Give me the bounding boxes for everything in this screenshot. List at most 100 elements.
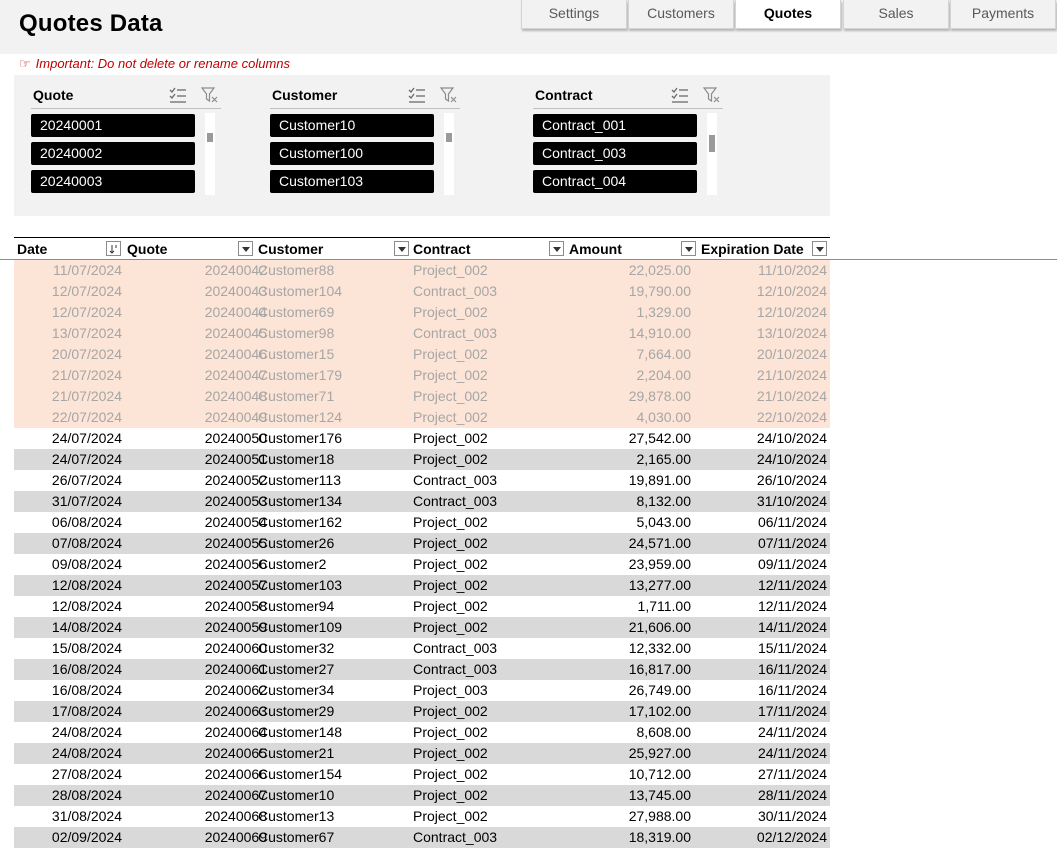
slicer-scrollbar[interactable] bbox=[444, 113, 454, 195]
table-row[interactable]: 31/08/2024 20240068 Customer13 Project_002 2… bbox=[14, 806, 830, 827]
cell-date: 15/08/2024 bbox=[51, 640, 122, 656]
cell-date: 12/07/2024 bbox=[51, 283, 122, 299]
cell-expiration-date: 27/11/2024 bbox=[757, 766, 827, 782]
cell-date: 27/08/2024 bbox=[51, 766, 122, 782]
table-row[interactable]: 24/08/2024 20240065 Customer21 Project_002 2… bbox=[14, 743, 830, 764]
table-row[interactable]: 11/07/2024 20240042 Customer88 Project_002 2… bbox=[14, 260, 830, 281]
table-row[interactable]: 12/08/2024 20240058 Customer94 Project_002 1… bbox=[14, 596, 830, 617]
cell-customer: Customer2 bbox=[258, 556, 327, 572]
cell-amount: 22,025.00 bbox=[628, 262, 691, 278]
tab-customers[interactable]: Customers bbox=[628, 0, 734, 29]
table-row[interactable]: 16/08/2024 20240061 Customer27 Contract_003… bbox=[14, 659, 830, 680]
slicer-item[interactable]: Contract_004 bbox=[533, 170, 697, 193]
tab-quotes[interactable]: Quotes bbox=[735, 0, 841, 29]
table-row[interactable]: 24/07/2024 20240051 Customer18 Project_002 2… bbox=[14, 449, 830, 470]
table-row[interactable]: 07/08/2024 20240055 Customer26 Project_002 2… bbox=[14, 533, 830, 554]
table-header: Date Quote Customer Contract Amount Expi… bbox=[14, 237, 830, 259]
clear-filter-icon[interactable] bbox=[201, 86, 219, 104]
cell-amount: 18,319.00 bbox=[628, 829, 691, 845]
slicer-item[interactable]: Customer103 bbox=[270, 170, 434, 193]
table-body: 11/07/2024 20240042 Customer88 Project_002 2… bbox=[14, 260, 830, 848]
cell-customer: Customer124 bbox=[258, 409, 343, 425]
cell-customer: Customer103 bbox=[258, 577, 343, 593]
table-row[interactable]: 21/07/2024 20240047 Customer179 Project_002… bbox=[14, 365, 830, 386]
table-row[interactable]: 16/08/2024 20240062 Customer34 Project_003 2… bbox=[14, 680, 830, 701]
tab-payments[interactable]: Payments bbox=[950, 0, 1056, 29]
slicer-item[interactable]: Customer100 bbox=[270, 142, 434, 165]
cell-contract: Contract_003 bbox=[413, 661, 498, 677]
table-row[interactable]: 22/07/2024 20240049 Customer124 Project_002… bbox=[14, 407, 830, 428]
cell-customer: Customer94 bbox=[258, 598, 335, 614]
cell-date: 13/07/2024 bbox=[51, 325, 122, 341]
scrollbar-thumb[interactable] bbox=[709, 135, 715, 152]
dropdown-arrow-icon[interactable] bbox=[812, 241, 827, 256]
table-row[interactable]: 17/08/2024 20240063 Customer29 Project_002 1… bbox=[14, 701, 830, 722]
cell-amount: 2,165.00 bbox=[636, 451, 692, 467]
cell-customer: Customer113 bbox=[258, 472, 342, 488]
slicer-item[interactable]: Customer10 bbox=[270, 114, 434, 137]
column-header-contract: Contract bbox=[413, 241, 471, 257]
slicer-item[interactable]: Contract_001 bbox=[533, 114, 697, 137]
cell-amount: 21,606.00 bbox=[628, 619, 691, 635]
scrollbar-thumb[interactable] bbox=[446, 133, 452, 142]
table-row[interactable]: 12/07/2024 20240043 Customer104 Contract_00… bbox=[14, 281, 830, 302]
sort-ascending-icon[interactable] bbox=[106, 241, 121, 256]
tab-settings[interactable]: Settings bbox=[521, 0, 627, 29]
multi-select-icon[interactable] bbox=[408, 86, 426, 104]
cell-amount: 8,132.00 bbox=[636, 493, 692, 509]
clear-filter-icon[interactable] bbox=[703, 86, 721, 104]
tab-sales[interactable]: Sales bbox=[843, 0, 949, 29]
table-row[interactable]: 09/08/2024 20240056 Customer2 Project_002 23… bbox=[14, 554, 830, 575]
cell-amount: 1,329.00 bbox=[636, 304, 692, 320]
slicer-item[interactable]: 20240002 bbox=[31, 142, 195, 165]
table-row[interactable]: 24/08/2024 20240064 Customer148 Project_002… bbox=[14, 722, 830, 743]
table-row[interactable]: 26/07/2024 20240052 Customer113 Contract_00… bbox=[14, 470, 830, 491]
cell-customer: Customer71 bbox=[258, 388, 335, 404]
table-row[interactable]: 13/07/2024 20240045 Customer98 Contract_003… bbox=[14, 323, 830, 344]
slicer-item[interactable]: 20240001 bbox=[31, 114, 195, 137]
slicer-scrollbar[interactable] bbox=[205, 113, 215, 195]
cell-customer: Customer179 bbox=[258, 367, 343, 383]
table-row[interactable]: 12/08/2024 20240057 Customer103 Project_002… bbox=[14, 575, 830, 596]
pointing-hand-icon: ☞ bbox=[19, 56, 31, 71]
table-row[interactable]: 24/07/2024 20240050 Customer176 Project_002… bbox=[14, 428, 830, 449]
slicer-item[interactable]: 20240003 bbox=[31, 170, 195, 193]
cell-expiration-date: 24/11/2024 bbox=[757, 724, 827, 740]
table-row[interactable]: 15/08/2024 20240060 Customer32 Contract_003… bbox=[14, 638, 830, 659]
table-row[interactable]: 14/08/2024 20240059 Customer109 Project_002… bbox=[14, 617, 830, 638]
table-row[interactable]: 27/08/2024 20240066 Customer154 Project_002… bbox=[14, 764, 830, 785]
table-row[interactable]: 06/08/2024 20240054 Customer162 Project_002… bbox=[14, 512, 830, 533]
dropdown-arrow-icon[interactable] bbox=[549, 241, 564, 256]
cell-date: 14/08/2024 bbox=[51, 619, 122, 635]
scrollbar-thumb[interactable] bbox=[207, 133, 213, 142]
cell-amount: 4,030.00 bbox=[636, 409, 692, 425]
table-row[interactable]: 28/08/2024 20240067 Customer10 Project_002 1… bbox=[14, 785, 830, 806]
cell-contract: Contract_003 bbox=[413, 829, 498, 845]
clear-filter-icon[interactable] bbox=[440, 86, 458, 104]
table-row[interactable]: 21/07/2024 20240048 Customer71 Project_002 2… bbox=[14, 386, 830, 407]
column-header-amount: Amount bbox=[569, 241, 622, 257]
cell-customer: Customer109 bbox=[258, 619, 343, 635]
table-row[interactable]: 20/07/2024 20240046 Customer15 Project_002 7… bbox=[14, 344, 830, 365]
dropdown-arrow-icon[interactable] bbox=[238, 241, 253, 256]
cell-expiration-date: 12/10/2024 bbox=[756, 283, 827, 299]
cell-amount: 25,927.00 bbox=[628, 745, 691, 761]
cell-customer: Customer10 bbox=[258, 787, 335, 803]
table-row[interactable]: 31/07/2024 20240053 Customer134 Contract_00… bbox=[14, 491, 830, 512]
cell-contract: Project_002 bbox=[413, 577, 488, 593]
notice-text: Important: Do not delete or rename colum… bbox=[35, 56, 291, 71]
cell-amount: 13,745.00 bbox=[628, 787, 691, 803]
table-row[interactable]: 02/09/2024 20240069 Customer67 Contract_003… bbox=[14, 827, 830, 848]
dropdown-arrow-icon[interactable] bbox=[681, 241, 696, 256]
multi-select-icon[interactable] bbox=[671, 86, 689, 104]
slicer-item[interactable]: Contract_003 bbox=[533, 142, 697, 165]
cell-expiration-date: 24/10/2024 bbox=[756, 451, 827, 467]
cell-expiration-date: 16/11/2024 bbox=[757, 661, 827, 677]
cell-expiration-date: 12/11/2024 bbox=[757, 577, 827, 593]
cell-amount: 8,608.00 bbox=[636, 724, 692, 740]
table-row[interactable]: 12/07/2024 20240044 Customer69 Project_002 1… bbox=[14, 302, 830, 323]
slicer-scrollbar[interactable] bbox=[707, 113, 717, 195]
dropdown-arrow-icon[interactable] bbox=[394, 241, 409, 256]
multi-select-icon[interactable] bbox=[169, 86, 187, 104]
cell-amount: 19,790.00 bbox=[628, 283, 691, 299]
